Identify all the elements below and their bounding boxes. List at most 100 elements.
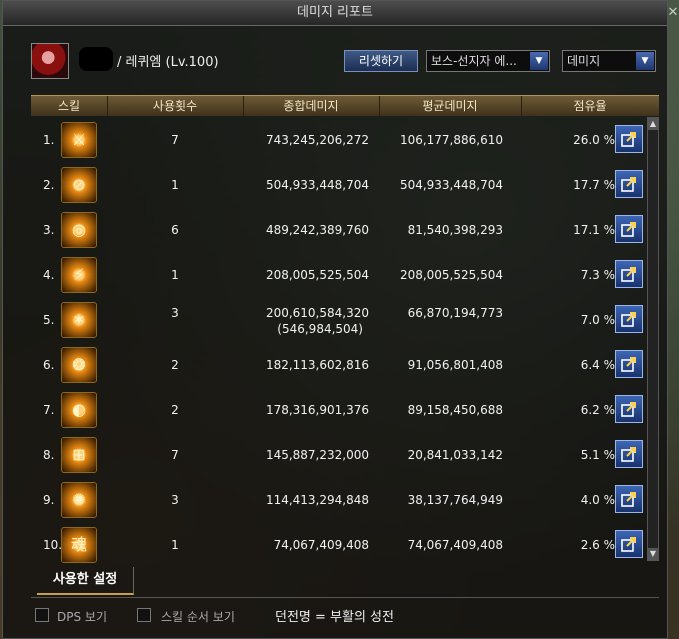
skill-detail-button[interactable] <box>615 395 643 423</box>
redacted-name <box>79 47 113 71</box>
footer-divider <box>31 597 659 598</box>
character-name: / 레퀴엠 (Lv.100) <box>117 55 219 70</box>
row-total-damage: 504,933,448,704 <box>265 178 369 192</box>
table-scrollbar[interactable]: ▲ ▼ <box>647 117 659 561</box>
table-row: 9. ✺ 3 114,413,294,848 38,137,764,949 4.0 % <box>31 478 643 523</box>
skill-icon-10: 魂 <box>61 527 97 563</box>
header-uses: 사용횟수 <box>107 96 244 116</box>
export-icon <box>621 402 636 417</box>
row-uses: 1 <box>171 268 179 282</box>
dps-label: DPS 보기 <box>57 610 107 624</box>
row-average-damage: 20,841,033,142 <box>407 448 503 462</box>
export-icon <box>621 222 636 237</box>
table-row: 6. ❂ 2 182,113,602,816 91,056,801,408 6.4 % <box>31 343 643 388</box>
skill-icon-8: ⊞ <box>61 437 97 473</box>
export-icon <box>621 492 636 507</box>
skill-detail-button[interactable] <box>615 215 643 243</box>
row-total-damage: 182,113,602,816 <box>265 358 369 372</box>
row-uses: 7 <box>171 448 179 462</box>
row-total-damage: 200,610,584,320 <box>265 306 369 320</box>
export-icon <box>621 312 636 327</box>
table-row: 1. ⚔ 7 743,245,206,272 106,177,886,610 26.0 % <box>31 118 643 163</box>
row-rank: 3. <box>43 223 55 237</box>
row-uses: 3 <box>171 493 179 507</box>
scroll-down-icon[interactable]: ▼ <box>648 548 658 560</box>
skill-order-label: 스킬 순서 보기 <box>161 610 235 624</box>
row-uses: 1 <box>171 178 179 192</box>
skill-icon-9: ✺ <box>61 482 97 518</box>
row-average-damage: 81,540,398,293 <box>407 223 503 237</box>
close-icon[interactable]: ✕ <box>665 5 679 21</box>
skill-detail-button[interactable] <box>615 485 643 513</box>
skill-detail-button[interactable] <box>615 530 643 558</box>
row-rank: 4. <box>43 268 55 282</box>
row-total-damage: 489,242,389,760 <box>265 223 369 237</box>
boss-select[interactable]: 보스-선지자 에... ▼ <box>426 50 550 72</box>
skill-icon-2: ⊘ <box>61 167 97 203</box>
row-rank: 10. <box>43 538 63 552</box>
row-total-damage: 743,245,206,272 <box>265 133 369 147</box>
row-uses: 6 <box>171 223 179 237</box>
tab-used-settings[interactable]: 사용한 설정 <box>37 567 134 595</box>
row-rank: 9. <box>43 493 55 507</box>
row-rank: 5. <box>43 313 55 327</box>
export-icon <box>621 132 636 147</box>
export-icon <box>621 177 636 192</box>
row-uses: 1 <box>171 538 179 552</box>
export-icon <box>621 537 636 552</box>
boss-select-value: 보스-선지자 에... <box>431 54 517 68</box>
skill-detail-button[interactable] <box>615 350 643 378</box>
skill-icon-7: ◐ <box>61 392 97 428</box>
export-icon <box>621 447 636 462</box>
metric-select[interactable]: 데미지 ▼ <box>562 50 656 72</box>
table-row: 2. ⊘ 1 504,933,448,704 504,933,448,704 17.7 % <box>31 163 643 208</box>
skill-detail-button[interactable] <box>615 440 643 468</box>
row-rank: 2. <box>43 178 55 192</box>
export-icon <box>621 357 636 372</box>
skill-detail-button[interactable] <box>615 260 643 288</box>
row-share: 7.3 % <box>580 268 615 282</box>
table-row: 4. ⚡ 1 208,005,525,504 208,005,525,504 7.3 % <box>31 253 643 298</box>
row-rank: 8. <box>43 448 55 462</box>
row-total-damage: 208,005,525,504 <box>265 268 369 282</box>
damage-report-window: 데미지 리포트 ✕ / 레퀴엠 (Lv.100) 리셋하기 보스-선지자 에..… <box>2 0 678 639</box>
header-average: 평균데미지 <box>379 96 522 116</box>
dps-checkbox[interactable] <box>35 608 49 622</box>
dungeon-name: 던전명 = 부활의 성전 <box>275 610 394 625</box>
row-share: 6.4 % <box>580 358 615 372</box>
skill-detail-button[interactable] <box>615 125 643 153</box>
table-row: 8. ⊞ 7 145,887,232,000 20,841,033,142 5.1 % <box>31 433 643 478</box>
skill-icon-5: ✶ <box>61 302 97 338</box>
row-average-damage: 208,005,525,504 <box>399 268 503 282</box>
skill-icon-3: ◎ <box>61 212 97 248</box>
row-average-damage: 66,870,194,773 <box>407 306 503 320</box>
skill-detail-button[interactable] <box>615 305 643 333</box>
skill-icon-6: ❂ <box>61 347 97 383</box>
row-share: 7.0 % <box>580 313 615 327</box>
skill-detail-button[interactable] <box>615 170 643 198</box>
row-uses: 7 <box>171 133 179 147</box>
row-rank: 1. <box>43 133 55 147</box>
skill-order-checkbox[interactable] <box>137 608 151 622</box>
row-total-sub: (546,984,504) <box>277 322 363 336</box>
row-average-damage: 504,933,448,704 <box>399 178 503 192</box>
header-share: 점유율 <box>573 99 607 113</box>
row-rank: 7. <box>43 403 55 417</box>
skill-icon-4: ⚡ <box>61 257 97 293</box>
header-skill: 스킬 <box>31 96 108 116</box>
table-row: 3. ◎ 6 489,242,389,760 81,540,398,293 17.1 % <box>31 208 643 253</box>
skill-icon-1: ⚔ <box>61 122 97 158</box>
metric-select-value: 데미지 <box>567 54 601 68</box>
table-row: 7. ◐ 2 178,316,901,376 89,158,450,688 6.2 % <box>31 388 643 433</box>
row-share: 4.0 % <box>580 493 615 507</box>
header-total: 종합데미지 <box>243 96 380 116</box>
scroll-up-icon[interactable]: ▲ <box>648 118 658 130</box>
row-share: 17.1 % <box>573 223 615 237</box>
row-total-damage: 114,413,294,848 <box>265 493 369 507</box>
row-share: 5.1 % <box>580 448 615 462</box>
window-title: 데미지 리포트 <box>3 1 667 26</box>
row-average-damage: 106,177,886,610 <box>399 133 503 147</box>
reset-button[interactable]: 리셋하기 <box>344 50 418 72</box>
row-average-damage: 38,137,764,949 <box>407 493 503 507</box>
row-share: 17.7 % <box>573 178 615 192</box>
